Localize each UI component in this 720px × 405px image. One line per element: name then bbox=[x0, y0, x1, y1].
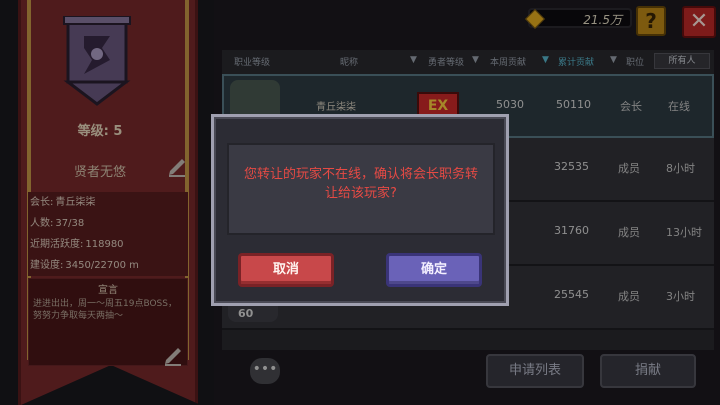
cancel-button[interactable]: 取消 bbox=[238, 253, 334, 287]
confirm-button[interactable]: 确定 bbox=[386, 253, 482, 287]
confirm-dialog: 您转让的玩家不在线，确认将会长职务转让给该玩家? 取消 确定 bbox=[211, 114, 509, 306]
dialog-body: 您转让的玩家不在线，确认将会长职务转让给该玩家? bbox=[227, 143, 495, 235]
dialog-message: 您转让的玩家不在线，确认将会长职务转让给该玩家? bbox=[243, 167, 478, 201]
